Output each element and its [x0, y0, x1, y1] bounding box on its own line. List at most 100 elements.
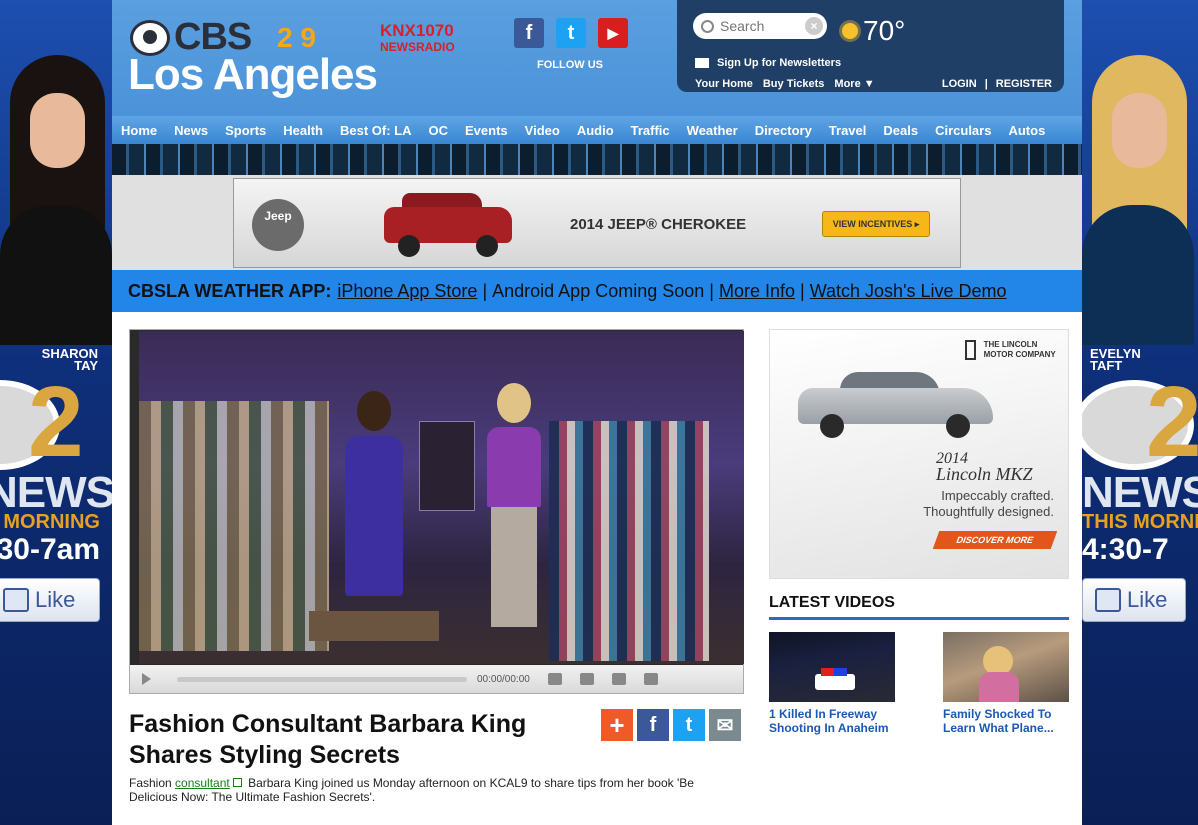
search-icon: [701, 19, 714, 33]
captions-icon[interactable]: [579, 673, 594, 685]
nav-item-oc[interactable]: OC: [429, 123, 449, 138]
twitter-icon[interactable]: t: [556, 18, 586, 48]
discover-more-button[interactable]: DISCOVER MORE: [932, 531, 1058, 549]
weather-widget[interactable]: 70°: [842, 15, 905, 47]
nav-item-autos[interactable]: Autos: [1008, 123, 1045, 138]
timecode: 00:00/00:00: [477, 673, 530, 685]
show-time: 4:30-7: [1082, 533, 1169, 566]
sun-icon: [842, 23, 858, 39]
temperature: 70°: [863, 15, 906, 46]
anchor-photo: [0, 55, 112, 345]
video-thumbnail[interactable]: [769, 632, 895, 702]
nav-item-travel[interactable]: Travel: [829, 123, 867, 138]
nav-item-sports[interactable]: Sports: [225, 123, 266, 138]
clear-search-icon[interactable]: ×: [805, 17, 823, 35]
video-caption-link[interactable]: 1 Killed In Freeway Shooting In Anaheim: [769, 707, 899, 735]
skyline-banner: [112, 144, 1082, 175]
lincoln-tagline-2: Thoughtfully designed.: [923, 504, 1054, 519]
play-icon[interactable]: [142, 673, 151, 685]
external-link-icon: [232, 778, 242, 787]
share-email-icon[interactable]: ✉: [709, 709, 741, 741]
right-skin-ad[interactable]: EVELYN TAFT 2 NEWS THIS MORNING 4:30-7 L…: [1082, 0, 1198, 825]
search-input[interactable]: [720, 18, 800, 34]
anchor-name: EVELYN TAFT: [1090, 346, 1141, 373]
site-city-title[interactable]: Los Angeles: [128, 50, 378, 100]
site-header: CBS Los Angeles 2 9 KNX1070 NEWSRADIO f …: [112, 0, 1082, 116]
more-info-link[interactable]: More Info: [719, 281, 795, 302]
divider: |: [709, 280, 714, 301]
nav-item-audio[interactable]: Audio: [577, 123, 614, 138]
share-bar: + f t ✉: [601, 709, 741, 741]
knx-logo[interactable]: KNX1070 NEWSRADIO: [380, 22, 455, 55]
buy-tickets-link[interactable]: Buy Tickets: [763, 78, 825, 90]
weather-app-banner: CBSLA WEATHER APP: iPhone App Store | An…: [112, 270, 1082, 312]
android-app-text: Android App Coming Soon: [492, 280, 705, 301]
register-link[interactable]: REGISTER: [996, 78, 1052, 90]
divider: |: [984, 78, 988, 90]
divider: |: [482, 280, 488, 301]
newsletter-link[interactable]: Sign Up for Newsletters: [695, 57, 841, 69]
left-skin-ad[interactable]: SHARON TAY 2 NEWS MORNING 4:30-7am Like: [0, 0, 112, 825]
your-home-link[interactable]: Your Home: [695, 78, 753, 90]
nav-item-video[interactable]: Video: [525, 123, 560, 138]
youtube-icon[interactable]: ▶: [598, 18, 628, 48]
thumbs-up-icon: [3, 588, 29, 612]
search-box[interactable]: ×: [693, 13, 827, 39]
progress-scrubber[interactable]: [177, 676, 467, 682]
lincoln-star-icon: [965, 340, 976, 360]
login-link[interactable]: LOGIN: [942, 78, 977, 90]
lincoln-model: Lincoln MKZ: [936, 464, 1033, 484]
video-caption-link[interactable]: Family Shocked To Learn What Plane...: [943, 707, 1073, 735]
settings-icon[interactable]: [611, 673, 626, 685]
nav-item-traffic[interactable]: Traffic: [631, 123, 670, 138]
player-controls: 00:00/00:00: [130, 665, 743, 693]
social-links: f t ▶: [514, 18, 628, 48]
article-title: Fashion Consultant Barbara King Shares S…: [129, 710, 527, 769]
view-incentives-button[interactable]: VIEW INCENTIVES ▸: [822, 211, 930, 237]
weather-app-label: CBSLA WEATHER APP:: [128, 280, 332, 301]
kcal-logo[interactable]: 2 9: [277, 22, 316, 54]
channel-number: 2: [1146, 366, 1198, 478]
jeep-ad[interactable]: Jeep 2014 JEEP® CHEROKEE VIEW INCENTIVES…: [233, 178, 961, 268]
latest-videos-heading: LATEST VIDEOS: [769, 594, 1069, 620]
nav-item-events[interactable]: Events: [465, 123, 508, 138]
video-player[interactable]: 00:00/00:00: [129, 329, 744, 694]
nav-item-best-of-la[interactable]: Best Of: LA: [340, 123, 412, 138]
nav-item-home[interactable]: Home: [121, 123, 157, 138]
share-facebook-icon[interactable]: f: [637, 709, 669, 741]
lincoln-ad[interactable]: THE LINCOLN MOTOR COMPANY 2014 Lincoln M…: [769, 329, 1069, 579]
nav-item-health[interactable]: Health: [283, 123, 323, 138]
jeep-logo: Jeep: [252, 199, 304, 251]
jeep-car-image: [384, 189, 512, 259]
nav-item-circulars[interactable]: Circulars: [935, 123, 991, 138]
consultant-link[interactable]: consultant: [175, 776, 230, 790]
nav-item-weather[interactable]: Weather: [687, 123, 738, 138]
account-links: LOGIN | REGISTER: [942, 78, 1052, 90]
share-plus-icon[interactable]: +: [601, 709, 633, 741]
nav-item-directory[interactable]: Directory: [755, 123, 812, 138]
nav-item-news[interactable]: News: [174, 123, 208, 138]
facebook-like-button[interactable]: Like: [0, 578, 100, 622]
divider: |: [800, 280, 805, 301]
lincoln-car-image: [798, 370, 993, 440]
video-frame[interactable]: [139, 331, 744, 664]
jeep-ad-title: 2014 JEEP® CHEROKEE: [570, 216, 747, 233]
nav-item-deals[interactable]: Deals: [883, 123, 918, 138]
iphone-app-link[interactable]: iPhone App Store: [337, 281, 477, 302]
follow-us-label: FOLLOW US: [537, 59, 603, 71]
fullscreen-icon[interactable]: [643, 673, 658, 685]
lincoln-tagline-1: Impeccably crafted.: [941, 488, 1054, 503]
share-twitter-icon[interactable]: t: [673, 709, 705, 741]
volume-icon[interactable]: [547, 673, 562, 685]
anchor-photo: [1082, 55, 1194, 345]
article-body: Fashion consultant Barbara King joined u…: [129, 776, 694, 804]
show-slot: THIS MORNING: [1082, 511, 1198, 533]
show-slot: MORNING: [3, 511, 100, 533]
more-menu[interactable]: More ▼: [834, 78, 874, 90]
channel-number: 2: [28, 366, 84, 478]
live-demo-link[interactable]: Watch Josh's Live Demo: [810, 281, 1007, 302]
video-thumbnail[interactable]: [943, 632, 1069, 702]
facebook-like-button[interactable]: Like: [1082, 578, 1186, 622]
show-time: 4:30-7am: [0, 533, 100, 566]
facebook-icon[interactable]: f: [514, 18, 544, 48]
